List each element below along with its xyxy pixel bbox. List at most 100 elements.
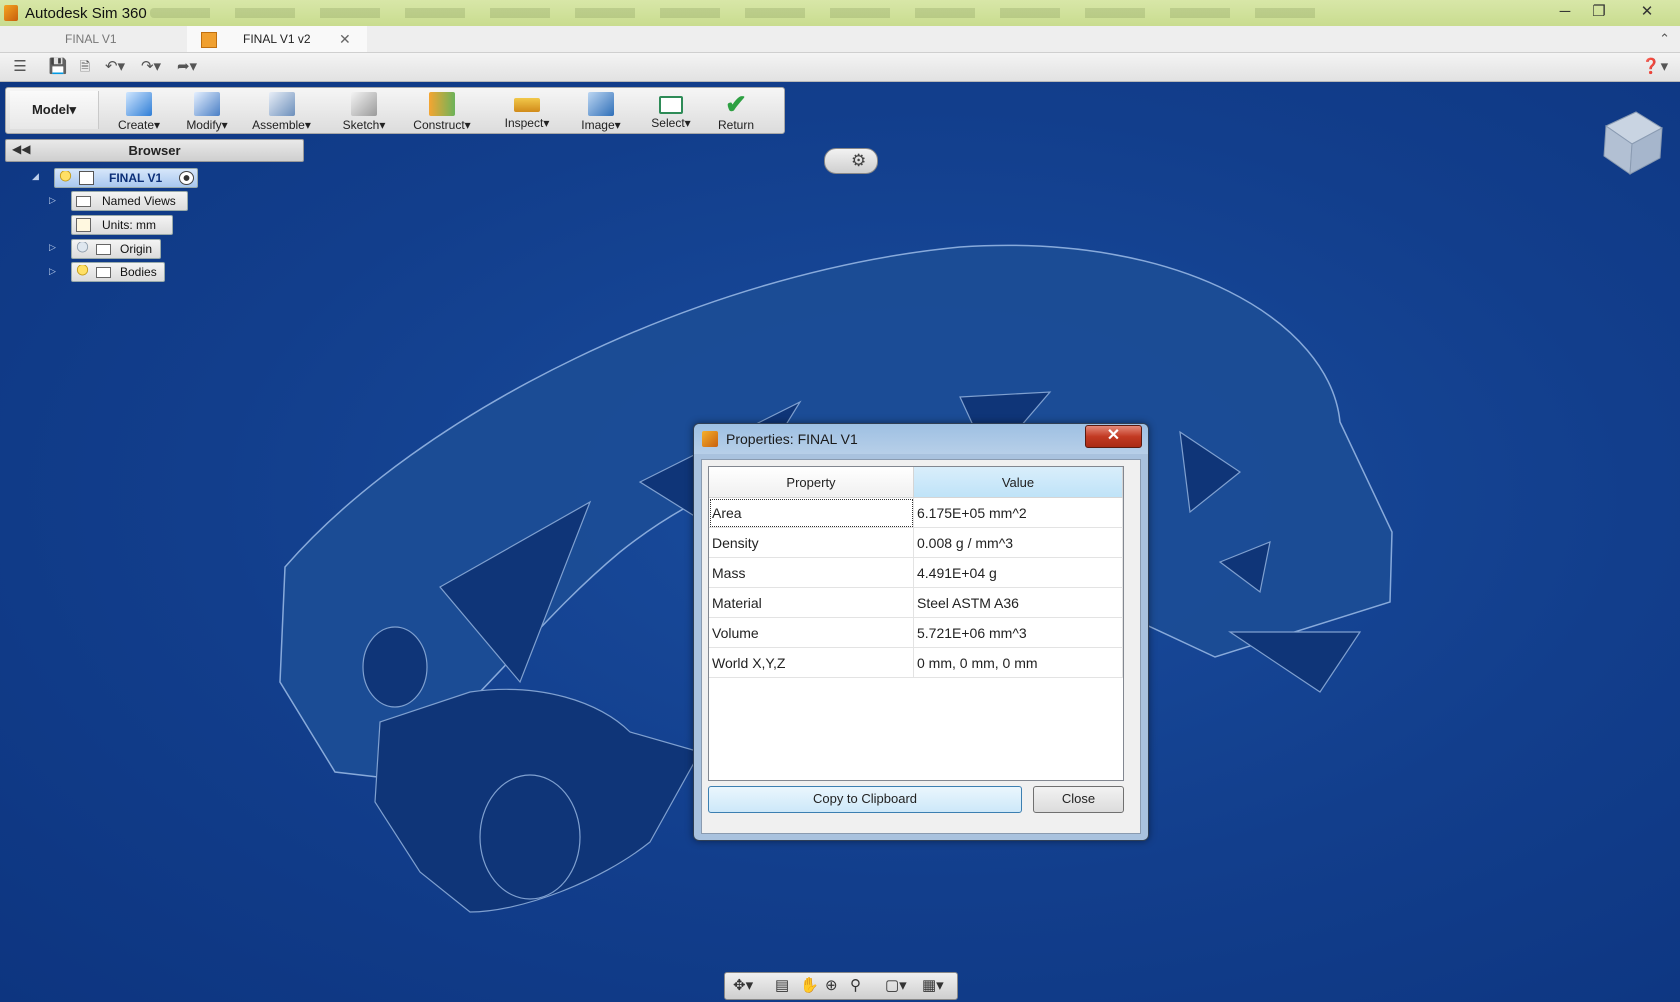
pan-icon[interactable]: ✋	[800, 976, 819, 994]
sketch-label: Sketch	[342, 118, 380, 132]
dialog-close-button[interactable]: ✕	[1085, 425, 1142, 448]
inspect-label: Inspect	[504, 116, 544, 130]
assemble-icon	[268, 92, 295, 116]
construct-button[interactable]: Construct▾	[409, 90, 475, 132]
table-row[interactable]: Area 6.175E+05 mm^2	[709, 497, 1123, 528]
value-cell[interactable]: 5.721E+06 mm^3	[913, 617, 1123, 648]
window-close-button[interactable]: ✕	[1630, 0, 1664, 24]
expand-origin-icon[interactable]: ▷	[49, 242, 56, 253]
value-cell[interactable]: Steel ASTM A36	[913, 587, 1123, 618]
property-cell[interactable]: Mass	[709, 557, 914, 588]
folder-icon	[76, 196, 91, 207]
collapse-root-icon[interactable]: ◢	[32, 171, 39, 182]
bolt-hole-left	[362, 626, 428, 708]
properties-table: Property Value Area 6.175E+05 mm^2 Densi…	[708, 466, 1124, 781]
expand-named-views-icon[interactable]: ▷	[49, 195, 56, 206]
help-icon[interactable]: ❓▾	[1640, 57, 1670, 77]
visibility-bulb-icon[interactable]	[76, 265, 89, 277]
property-cell[interactable]: Volume	[709, 617, 914, 648]
visibility-bulb-icon[interactable]	[76, 242, 89, 254]
zoom-icon[interactable]: ⊕	[825, 976, 838, 994]
inspect-ruler-icon	[514, 98, 540, 112]
web-cutout-6	[1228, 631, 1362, 693]
quick-access-toolbar: ☰ 💾 🗎 ↶▾ ↷▾ ➦▾ ❓▾	[0, 53, 1680, 82]
app-logo-icon	[4, 5, 18, 21]
document-tab-bar: FINAL V1 FINAL V1 v2 ✕ ⌃	[0, 26, 1680, 53]
tree-root-final-v1[interactable]: FINAL V1	[54, 168, 198, 188]
property-cell[interactable]: Density	[709, 527, 914, 558]
close-button[interactable]: Close	[1033, 786, 1124, 813]
look-at-icon[interactable]: ▤	[775, 976, 789, 994]
create-button[interactable]: Create▾	[114, 90, 164, 132]
assemble-label: Assemble	[252, 118, 305, 132]
dialog-body: Property Value Area 6.175E+05 mm^2 Densi…	[701, 459, 1141, 834]
minimize-button[interactable]: ─	[1548, 0, 1582, 24]
tree-item-label: Named Views	[102, 194, 176, 208]
save-icon[interactable]: 💾	[48, 57, 68, 77]
value-cell[interactable]: 4.491E+04 g	[913, 557, 1123, 588]
expand-bodies-icon[interactable]: ▷	[49, 266, 56, 277]
modify-button[interactable]: Modify▾	[182, 90, 232, 132]
viewcube-icon[interactable]	[1592, 104, 1664, 176]
table-row[interactable]: Material Steel ASTM A36	[709, 587, 1123, 618]
tree-item-bodies[interactable]: Bodies	[71, 262, 165, 282]
gear-icon[interactable]: ⚙	[851, 151, 866, 171]
document-icon	[201, 32, 217, 48]
construct-label: Construct	[413, 118, 465, 132]
grid-icon[interactable]: ▦▾	[922, 976, 944, 994]
return-button[interactable]: ✔ Return	[711, 90, 761, 132]
property-cell[interactable]: World X,Y,Z	[709, 647, 914, 678]
table-row[interactable]: Volume 5.721E+06 mm^3	[709, 617, 1123, 648]
restore-button[interactable]: ❐	[1582, 0, 1616, 24]
table-row[interactable]: Density 0.008 g / mm^3	[709, 527, 1123, 558]
assemble-button[interactable]: Assemble▾	[249, 90, 314, 132]
header-value[interactable]: Value	[913, 467, 1123, 498]
value-cell[interactable]: 0 mm, 0 mm, 0 mm	[913, 647, 1123, 678]
value-cell[interactable]: 0.008 g / mm^3	[913, 527, 1123, 558]
dialog-title: Properties: FINAL V1	[726, 431, 858, 447]
copy-to-clipboard-button[interactable]: Copy to Clipboard	[708, 786, 1022, 813]
orbit-icon[interactable]: ✥▾	[733, 976, 753, 994]
value-cell[interactable]: 6.175E+05 mm^2	[913, 497, 1123, 528]
app-logo-icon	[702, 431, 718, 447]
select-button[interactable]: Select▾	[646, 90, 696, 132]
bolt-hole-lower	[479, 774, 581, 900]
chevron-up-icon[interactable]: ⌃	[1659, 26, 1670, 52]
image-label: Image	[581, 118, 615, 132]
checkmark-icon: ✔	[725, 89, 747, 119]
ribbon-toolbar: Model▾ Create▾ Modify▾ Assemble▾ Sketch▾…	[5, 87, 785, 134]
redo-icon[interactable]: ↷▾	[136, 57, 166, 77]
tree-item-units[interactable]: Units: mm	[71, 215, 173, 235]
modify-icon	[194, 92, 220, 116]
fit-icon[interactable]: ⚲	[850, 976, 861, 994]
property-cell[interactable]: Area	[709, 497, 914, 528]
modify-label: Modify	[186, 118, 222, 132]
dialog-title-bar[interactable]: Properties: FINAL V1 ✕	[694, 424, 1148, 454]
save-copy-icon[interactable]: 🗎	[76, 57, 94, 77]
inspect-button[interactable]: Inspect▾	[499, 90, 555, 132]
table-row[interactable]: Mass 4.491E+04 g	[709, 557, 1123, 588]
tree-item-label: Bodies	[120, 265, 157, 279]
property-cell[interactable]: Material	[709, 587, 914, 618]
image-button[interactable]: Image▾	[576, 90, 626, 132]
tab-final-v1-v2[interactable]: FINAL V1 v2 ✕	[187, 26, 367, 52]
sketch-button[interactable]: Sketch▾	[339, 90, 389, 132]
share-icon[interactable]: ➦▾	[172, 57, 202, 77]
view-settings-pill[interactable]: ⚙	[824, 148, 878, 174]
display-icon[interactable]: ▢▾	[885, 976, 907, 994]
activate-radio-icon[interactable]	[179, 171, 194, 185]
header-property[interactable]: Property	[709, 467, 914, 498]
visibility-bulb-icon[interactable]	[59, 171, 72, 183]
tree-item-named-views[interactable]: Named Views	[71, 191, 188, 211]
workspace-model-dropdown[interactable]: Model▾	[10, 91, 99, 129]
select-icon	[659, 96, 683, 114]
tab-final-v1[interactable]: FINAL V1	[40, 26, 211, 52]
table-header-row: Property Value	[709, 467, 1123, 498]
table-row[interactable]: World X,Y,Z 0 mm, 0 mm, 0 mm	[709, 647, 1123, 678]
folder-icon	[96, 267, 111, 278]
tab-close-icon[interactable]: ✕	[339, 26, 351, 52]
navigation-bar: ✥▾ ▤ ✋ ⊕ ⚲ ▢▾ ▦▾	[724, 972, 958, 1000]
tree-item-origin[interactable]: Origin	[71, 239, 161, 259]
undo-icon[interactable]: ↶▾	[100, 57, 130, 77]
hamburger-icon[interactable]: ☰	[10, 57, 30, 77]
